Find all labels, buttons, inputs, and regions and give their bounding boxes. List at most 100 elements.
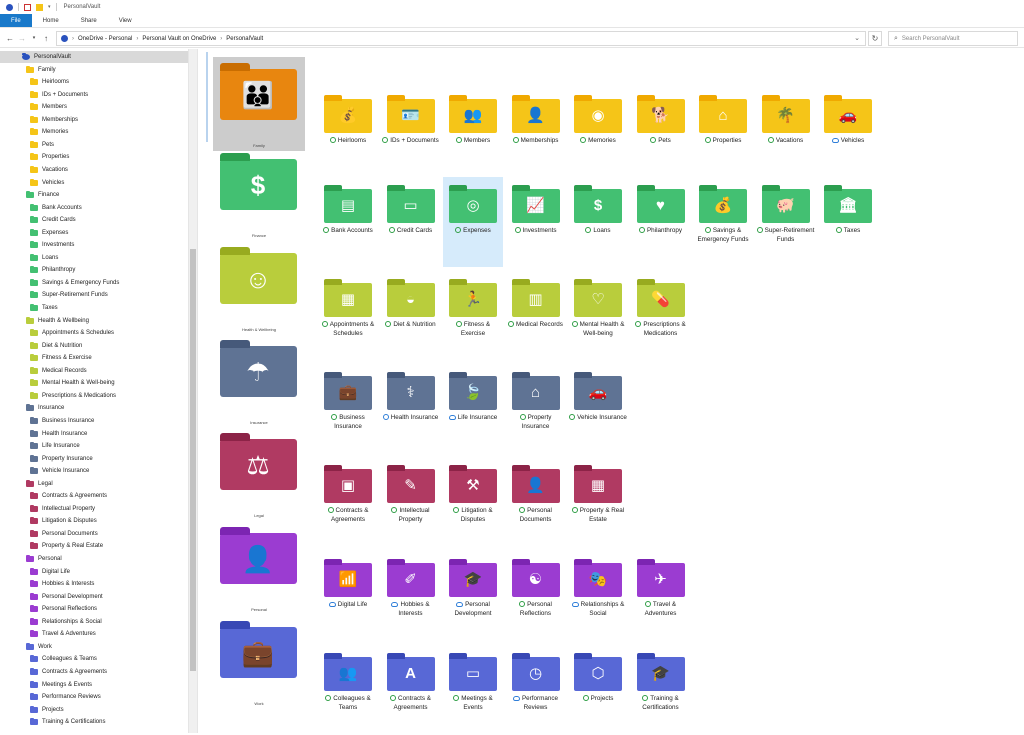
folder-travel-adventures[interactable]: ✈ Travel & Adventures (631, 551, 691, 641)
breadcrumb-current[interactable]: PersonalVault (226, 36, 263, 42)
tree-item-insurance[interactable]: Insurance (0, 402, 188, 414)
tree-item-personal[interactable]: Personal (0, 553, 188, 565)
tree-item-contracts-agreements[interactable]: Contracts & Agreements (0, 490, 188, 502)
tree-item-appointments-schedules[interactable]: Appointments & Schedules (0, 327, 188, 339)
folder-memories[interactable]: ◉ Memories (568, 87, 628, 177)
folder-medical-records[interactable]: ▥ Medical Records (506, 271, 566, 361)
breadcrumb-separator-icon[interactable]: › (136, 36, 138, 42)
tree-item-ids-documents[interactable]: IDs + Documents (0, 89, 188, 101)
tree-item-finance[interactable]: Finance (0, 189, 188, 201)
folder-training-certifications[interactable]: 🎓 Training & Certifications (631, 645, 691, 735)
forward-arrow-icon[interactable]: → (16, 34, 28, 43)
refresh-button[interactable]: ↻ (868, 31, 882, 46)
folder-health-insurance[interactable]: ⚕ Health Insurance (381, 364, 441, 454)
folder-personal-documents[interactable]: 👤 Personal Documents (506, 457, 566, 547)
folder-prescriptions-medications[interactable]: 💊 Prescriptions & Medications (631, 271, 691, 361)
tree-item-bank-accounts[interactable]: Bank Accounts (0, 202, 188, 214)
folder-savings-emergency-funds[interactable]: 💰 Savings & Emergency Funds (693, 177, 753, 267)
tree-item-relationships-social[interactable]: Relationships & Social (0, 616, 188, 628)
folder-taxes[interactable]: 🏛 Taxes (818, 177, 878, 267)
tree-item-property-insurance[interactable]: Property Insurance (0, 453, 188, 465)
category-folder-finance[interactable]: $ Finance (213, 147, 305, 241)
folder-mental-health-well-being[interactable]: ♡ Mental Health & Well-being (568, 271, 628, 361)
folder-projects[interactable]: ⬡ Projects (568, 645, 628, 735)
tree-item-pets[interactable]: Pets (0, 139, 188, 151)
navigation-pane-scrollbar[interactable] (188, 49, 197, 733)
category-folder-insurance[interactable]: ☂ Insurance (213, 334, 305, 428)
tab-home[interactable]: Home (32, 14, 70, 27)
tree-item-loans[interactable]: Loans (0, 252, 188, 264)
tree-item-personal-development[interactable]: Personal Development (0, 591, 188, 603)
tree-item-intellectual-property[interactable]: Intellectual Property (0, 503, 188, 515)
tree-item-philanthropy[interactable]: Philanthropy (0, 264, 188, 276)
folder-heirlooms[interactable]: 💰 Heirlooms (318, 87, 378, 177)
tree-item-meetings-events[interactable]: Meetings & Events (0, 679, 188, 691)
tree-item-work[interactable]: Work (0, 641, 188, 653)
tree-item-life-insurance[interactable]: Life Insurance (0, 440, 188, 452)
tree-item-expenses[interactable]: Expenses (0, 227, 188, 239)
folder-appointments-schedules[interactable]: ▦ Appointments & Schedules (318, 271, 378, 361)
tree-item-property-real-estate[interactable]: Property & Real Estate (0, 540, 188, 552)
quick-access-dropdown-icon[interactable]: ▾ (48, 4, 51, 10)
tree-item-litigation-disputes[interactable]: Litigation & Disputes (0, 515, 188, 527)
tree-item-diet-nutrition[interactable]: Diet & Nutrition (0, 340, 188, 352)
search-input[interactable]: Search PersonalVault (902, 36, 960, 42)
scrollbar-thumb[interactable] (190, 249, 196, 671)
tree-item-digital-life[interactable]: Digital Life (0, 566, 188, 578)
tree-item-performance-reviews[interactable]: Performance Reviews (0, 691, 188, 703)
category-folder-health-wellbeing[interactable]: ☺ Health & Wellbeing (213, 241, 305, 335)
folder-members[interactable]: 👥 Members (443, 87, 503, 177)
address-bar[interactable]: › OneDrive - Personal › Personal Vault o… (56, 31, 866, 46)
folder-personal-development[interactable]: 🎓 Personal Development (443, 551, 503, 641)
back-arrow-icon[interactable]: ← (4, 34, 16, 43)
tree-item-legal[interactable]: Legal (0, 478, 188, 490)
tree-item-credit-cards[interactable]: Credit Cards (0, 214, 188, 226)
tree-item-vehicles[interactable]: Vehicles (0, 177, 188, 189)
tree-item-training-certifications[interactable]: Training & Certifications (0, 716, 188, 728)
tree-item-projects[interactable]: Projects (0, 704, 188, 716)
tree-item-investments[interactable]: Investments (0, 239, 188, 251)
tree-item-hobbies-interests[interactable]: Hobbies & Interests (0, 578, 188, 590)
folder-hobbies-interests[interactable]: ✐ Hobbies & Interests (381, 551, 441, 641)
tree-item-vehicle-insurance[interactable]: Vehicle Insurance (0, 465, 188, 477)
folder-diet-nutrition[interactable]: ◒ Diet & Nutrition (381, 271, 441, 361)
folder-relationships-social[interactable]: 🎭 Relationships & Social (568, 551, 628, 641)
search-box[interactable]: ⌕ Search PersonalVault (888, 31, 1018, 46)
recent-locations-chevron-icon[interactable]: ▾ (28, 35, 40, 41)
folder-personal-reflections[interactable]: ☯ Personal Reflections (506, 551, 566, 641)
tree-item-heirlooms[interactable]: Heirlooms (0, 76, 188, 88)
folder-colleagues-teams[interactable]: 👥 Colleagues & Teams (318, 645, 378, 735)
tab-view[interactable]: View (108, 14, 143, 27)
tree-item-members[interactable]: Members (0, 101, 188, 113)
folder-memberships[interactable]: 👤 Memberships (506, 87, 566, 177)
new-folder-icon[interactable] (36, 3, 43, 11)
tab-share[interactable]: Share (70, 14, 108, 27)
folder-bank-accounts[interactable]: ▤ Bank Accounts (318, 177, 378, 267)
folder-investments[interactable]: 📈 Investments (506, 177, 566, 267)
folder-expenses[interactable]: ◎ Expenses (443, 177, 503, 267)
tree-item-prescriptions-medications[interactable]: Prescriptions & Medications (0, 390, 188, 402)
folder-contracts-agreements[interactable]: A Contracts & Agreements (381, 645, 441, 735)
tree-item-taxes[interactable]: Taxes (0, 302, 188, 314)
folder-credit-cards[interactable]: ▭ Credit Cards (381, 177, 441, 267)
tab-file[interactable]: File (0, 14, 32, 27)
tree-item-contracts-agreements[interactable]: Contracts & Agreements (0, 666, 188, 678)
folder-property-real-estate[interactable]: ▦ Property & Real Estate (568, 457, 628, 547)
tree-item-personal-documents[interactable]: Personal Documents (0, 528, 188, 540)
folder-intellectual-property[interactable]: ✎ Intellectual Property (381, 457, 441, 547)
tree-item-health-wellbeing[interactable]: Health & Wellbeing (0, 315, 188, 327)
folder-loans[interactable]: $ Loans (568, 177, 628, 267)
folder-vehicle-insurance[interactable]: 🚗 Vehicle Insurance (568, 364, 628, 454)
tree-item-fitness-exercise[interactable]: Fitness & Exercise (0, 352, 188, 364)
folder-super-retirement-funds[interactable]: 🐖 Super-Retirement Funds (756, 177, 816, 267)
tree-item-mental-health-well-being[interactable]: Mental Health & Well-being (0, 377, 188, 389)
folder-ids-documents[interactable]: 🪪 IDs + Documents (381, 87, 441, 177)
tree-item-health-insurance[interactable]: Health Insurance (0, 428, 188, 440)
tree-item-personal-reflections[interactable]: Personal Reflections (0, 603, 188, 615)
folder-vehicles[interactable]: 🚗 Vehicles (818, 87, 878, 177)
properties-icon[interactable] (24, 3, 31, 11)
folder-philanthropy[interactable]: ♥ Philanthropy (631, 177, 691, 267)
tree-item-family[interactable]: Family (0, 64, 188, 76)
category-folder-work[interactable]: 💼 Work (213, 615, 305, 709)
tree-item-memories[interactable]: Memories (0, 126, 188, 138)
